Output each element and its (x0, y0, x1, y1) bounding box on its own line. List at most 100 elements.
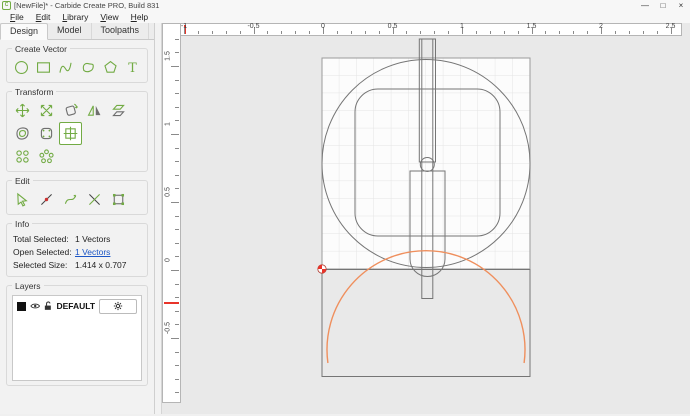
tool-node-edit-button[interactable] (35, 188, 58, 211)
transform-group: Transform (6, 87, 148, 172)
open-vectors-link[interactable]: 1 Vectors (75, 247, 110, 257)
tab-model[interactable]: Model (48, 23, 92, 39)
vector-bottom-rectangle[interactable] (321, 269, 531, 377)
ruler-tick (336, 31, 338, 34)
unlock-icon[interactable] (44, 301, 53, 311)
info-label: Selected Size: (13, 260, 68, 270)
minimize-button[interactable]: — (636, 0, 654, 11)
ruler-tick (239, 31, 241, 34)
ruler-label: 0.5 (387, 23, 398, 30)
menu-library[interactable]: Library (56, 11, 94, 23)
ruler-label: 1 (460, 23, 464, 30)
polygon-icon (104, 60, 117, 73)
ruler-tick (175, 93, 179, 95)
tool-scale-button[interactable] (35, 99, 58, 122)
ruler-tick (175, 392, 179, 394)
tool-curve-edit-button[interactable] (59, 188, 82, 211)
tool-circle-button[interactable] (11, 56, 32, 79)
ruler-tick (175, 106, 179, 108)
tool-circular-array-button[interactable] (35, 145, 58, 168)
tool-rectangle-button[interactable] (33, 56, 54, 79)
visibility-eye-icon[interactable] (29, 302, 40, 310)
panel-splitter[interactable] (155, 23, 162, 414)
ruler-tick (364, 31, 366, 34)
ruler-tick (175, 79, 179, 81)
menu-bar: File Edit Library View Help (0, 11, 690, 23)
layer-list: DEFAULT (12, 295, 142, 381)
ruler-left: 1.5 1 0.5 0 -0.5 (162, 23, 181, 403)
ruler-tick (175, 229, 179, 231)
ruler-tick (175, 38, 179, 40)
app-logo-icon: C (2, 1, 11, 10)
tool-select-button[interactable] (11, 188, 34, 211)
tab-design[interactable]: Design (0, 23, 49, 40)
design-canvas[interactable] (181, 36, 690, 416)
ruler-tick (587, 31, 589, 34)
close-button[interactable]: × (672, 0, 690, 11)
tool-trace-button[interactable] (78, 56, 99, 79)
tool-boolean-button[interactable] (107, 188, 130, 211)
tab-bar: Design Model Toolpaths (0, 23, 154, 40)
ruler-tick (642, 31, 644, 34)
group-title: Info (12, 219, 33, 229)
tool-text-button[interactable]: T (122, 56, 143, 79)
tool-align-button[interactable] (107, 99, 130, 122)
ruler-tick (175, 215, 179, 217)
info-selected-size: Selected Size: 1.414 x 0.707 (13, 260, 141, 270)
tool-trim-vectors-button[interactable] (83, 188, 106, 211)
tab-toolpaths[interactable]: Toolpaths (92, 23, 150, 39)
ruler-tick (295, 31, 297, 34)
fillet-icon (40, 127, 53, 140)
info-value: 1.414 x 0.707 (75, 260, 127, 270)
ruler-tick (171, 338, 179, 339)
ruler-tick (175, 365, 179, 367)
canvas-area[interactable]: -1 -0.5 0 0.5 1 1.5 2 2.5 1.5 1 0.5 0 -0.5 (155, 23, 690, 414)
edit-group: Edit (6, 176, 148, 215)
menu-edit[interactable]: Edit (30, 11, 57, 23)
select-icon (17, 192, 28, 207)
ruler-top: -1 -0.5 0 0.5 1 1.5 2 2.5 (162, 23, 682, 36)
ruler-tick (171, 66, 179, 67)
ruler-tick (378, 31, 380, 34)
ruler-tick (225, 31, 227, 34)
edit-tools (11, 188, 143, 211)
cursor-position-marker-y (164, 302, 179, 304)
menu-view[interactable]: View (94, 11, 124, 23)
ruler-tick (175, 188, 179, 190)
tool-trim-button[interactable] (59, 122, 82, 145)
tool-curve-button[interactable] (55, 56, 76, 79)
layer-color-swatch[interactable] (17, 301, 26, 311)
tool-move-button[interactable] (11, 99, 34, 122)
menu-help[interactable]: Help (125, 11, 154, 23)
group-title: Create Vector (12, 44, 70, 54)
ruler-label: 1.5 (526, 23, 537, 30)
ruler-label: 1 (164, 122, 172, 126)
layer-row[interactable]: DEFAULT (13, 296, 141, 314)
linear-array-icon (16, 150, 29, 163)
ruler-tick (197, 31, 199, 34)
ruler-label: 0.5 (164, 187, 172, 197)
info-total-selected: Total Selected: 1 Vectors (13, 234, 141, 244)
curve-icon (59, 62, 72, 73)
tool-polygon-button[interactable] (100, 56, 121, 79)
circular-array-icon (39, 149, 54, 164)
tool-fillet-button[interactable] (35, 122, 58, 145)
layer-settings-button[interactable] (99, 298, 137, 314)
create-vector-tools: T (11, 56, 143, 79)
node-edit-icon (41, 194, 52, 205)
tool-rotate-button[interactable] (59, 99, 82, 122)
move-icon (15, 103, 30, 118)
mirror-icon (87, 105, 101, 116)
tool-mirror-button[interactable] (83, 99, 106, 122)
ruler-label: 1.5 (164, 51, 172, 61)
tool-linear-array-button[interactable] (11, 145, 34, 168)
menu-file[interactable]: File (4, 11, 30, 23)
ruler-tick (545, 31, 547, 34)
info-group: Info Total Selected: 1 Vectors Open Sele… (6, 219, 148, 277)
ruler-tick (175, 283, 179, 285)
create-vector-group: Create Vector T (6, 44, 148, 83)
tool-offset-button[interactable] (11, 122, 34, 145)
maximize-button[interactable]: □ (654, 0, 672, 11)
svg-text:T: T (128, 61, 137, 76)
info-open-selected: Open Selected: 1 Vectors (13, 247, 141, 257)
